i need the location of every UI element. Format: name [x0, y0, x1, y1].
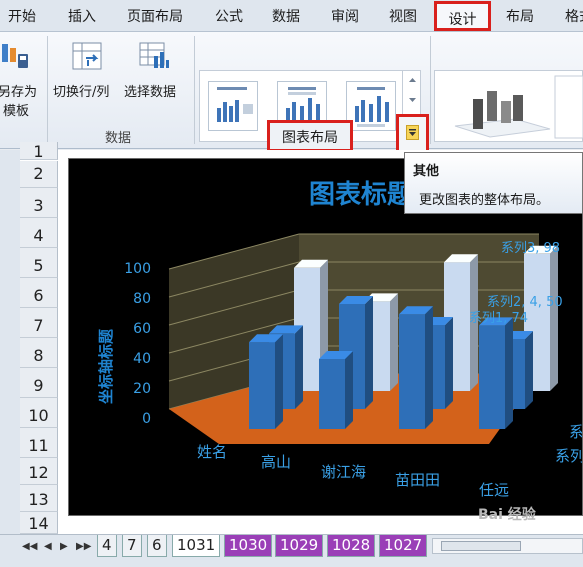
chart-style-thumb[interactable] — [435, 71, 583, 143]
save-template-icon[interactable] — [0, 42, 30, 70]
tab-review[interactable]: 审阅 — [331, 6, 359, 26]
more-dropdown-icon — [406, 125, 419, 140]
switch-row-column-icon[interactable] — [72, 42, 102, 70]
row-number[interactable]: 4 — [20, 218, 58, 248]
row-number[interactable]: 2 — [20, 161, 58, 188]
ribbon-tab-strip: 开始 插入 页面布局 公式 数据 审阅 视图 设计 布局 格式 — [0, 0, 583, 32]
series-axis-label: 系 — [569, 423, 583, 441]
scroll-thumb[interactable] — [441, 541, 521, 551]
gallery-more-button[interactable] — [396, 114, 429, 154]
category-label: 高山 — [261, 453, 292, 471]
tab-layout[interactable]: 布局 — [506, 6, 534, 26]
chart-title[interactable]: 图表标题 — [309, 174, 413, 211]
sheet-tab[interactable]: 6 — [147, 535, 167, 557]
group-separator — [430, 36, 431, 144]
tab-format[interactable]: 格式 — [565, 6, 583, 26]
tab-insert[interactable]: 插入 — [68, 6, 96, 26]
data-label: 系列3, 98 — [501, 241, 561, 256]
sheet-left-strip — [0, 150, 20, 534]
data-label: 系列1, 74 — [469, 311, 529, 326]
y-tick-label: 80 — [133, 291, 151, 307]
chart-layout-group-title: 图表布局 — [267, 120, 353, 152]
row-number[interactable]: 13 — [20, 485, 58, 512]
category-label: 苗田田 — [395, 471, 441, 489]
switch-row-column-button[interactable]: 切换行/列 — [53, 81, 109, 100]
category-label: 谢江海 — [321, 463, 367, 481]
data-group-title: 数据 — [105, 131, 132, 146]
tooltip-title: 其他 — [413, 164, 440, 179]
vertical-axis-title[interactable]: 坐标轴标题 — [95, 329, 116, 404]
tab-view[interactable]: 视图 — [389, 6, 417, 26]
chart-bar — [249, 334, 283, 429]
category-label: 任远 — [479, 481, 510, 499]
row-number[interactable]: 10 — [20, 398, 58, 428]
horizontal-scrollbar[interactable] — [432, 538, 583, 554]
sheet-tab-active[interactable]: 1031 — [172, 535, 221, 557]
last-sheet-button[interactable]: ▶▶ — [76, 541, 91, 552]
y-tick-label: 20 — [133, 381, 151, 397]
tooltip-body: 更改图表的整体布局。 — [419, 193, 550, 208]
sheet-tab[interactable]: 1028 — [327, 535, 376, 557]
row-number[interactable]: 11 — [20, 428, 58, 458]
row-number[interactable]: 7 — [20, 308, 58, 338]
more-tooltip: 其他 更改图表的整体布局。 — [404, 152, 583, 214]
excel-window: 开始 插入 页面布局 公式 数据 审阅 视图 设计 布局 格式 另存为 模板 切… — [0, 0, 583, 567]
sheet-tab-bar: ◀◀ ◀ ▶ ▶▶ 4 7 6 1031 1030 1029 1028 1027 — [0, 534, 583, 567]
chart-bar — [479, 317, 513, 429]
y-tick-label: 0 — [142, 411, 151, 427]
series-axis-label: 系列 — [555, 447, 583, 465]
sheet-tab[interactable]: 1027 — [379, 535, 428, 557]
sheet-tab[interactable]: 7 — [122, 535, 142, 557]
row-number[interactable]: 6 — [20, 278, 58, 308]
row-number[interactable]: 14 — [20, 512, 58, 534]
row-number[interactable]: 3 — [20, 188, 58, 218]
tab-page-layout[interactable]: 页面布局 — [127, 6, 183, 26]
row-number[interactable]: 5 — [20, 248, 58, 278]
save-template-label-2[interactable]: 模板 — [3, 100, 29, 119]
chart-styles-gallery — [434, 70, 583, 142]
prev-sheet-button[interactable]: ◀ — [44, 541, 52, 552]
select-data-icon[interactable] — [139, 42, 169, 70]
chart-layout-thumb-1[interactable] — [208, 81, 258, 131]
chart-bar — [399, 306, 433, 429]
row-number[interactable]: 1 — [20, 142, 58, 161]
sheet-tab[interactable]: 4 — [97, 535, 117, 557]
sheet-tab[interactable]: 1029 — [275, 535, 324, 557]
y-tick-label: 100 — [124, 261, 151, 277]
row-number[interactable]: 9 — [20, 368, 58, 398]
group-separator — [47, 36, 48, 144]
row-number[interactable]: 12 — [20, 458, 58, 485]
chart-bar — [319, 351, 353, 429]
category-label: 姓名 — [197, 443, 228, 461]
tab-data[interactable]: 数据 — [272, 6, 300, 26]
next-sheet-button[interactable]: ▶ — [60, 541, 68, 552]
select-data-button[interactable]: 选择数据 — [124, 81, 176, 100]
tab-design[interactable]: 设计 — [434, 1, 491, 31]
sheet-tab[interactable]: 1030 — [224, 535, 273, 557]
tab-home[interactable]: 开始 — [8, 6, 36, 26]
save-template-label-1[interactable]: 另存为 — [0, 81, 37, 100]
group-separator — [194, 36, 195, 144]
first-sheet-button[interactable]: ◀◀ — [22, 541, 37, 552]
y-tick-label: 60 — [133, 321, 151, 337]
y-tick-label: 40 — [133, 351, 151, 367]
watermark-logo: Bai 经验 — [478, 507, 536, 523]
row-number[interactable]: 8 — [20, 338, 58, 368]
tab-formulas[interactable]: 公式 — [215, 6, 243, 26]
chart-layout-thumb-3[interactable] — [346, 81, 396, 131]
